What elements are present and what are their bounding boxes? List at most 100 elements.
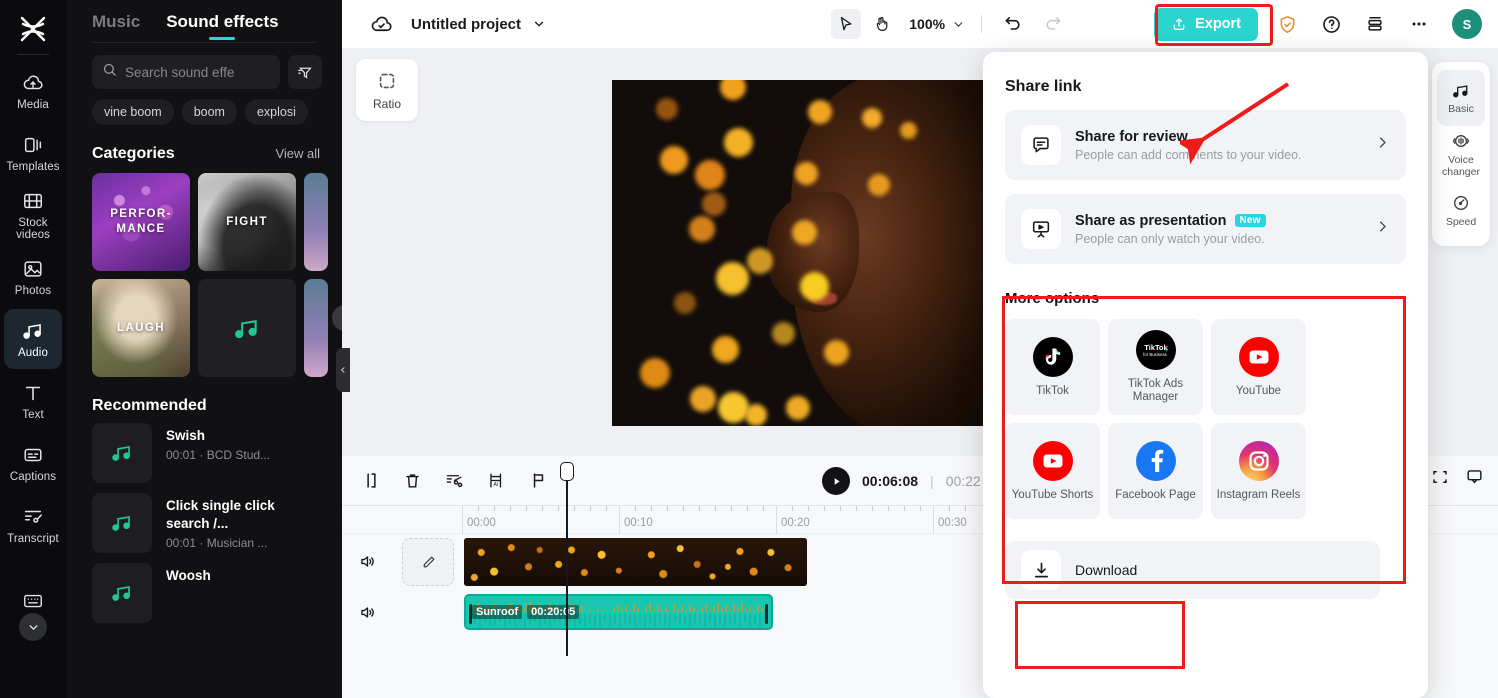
audio-clip[interactable]: Sunroof 00:20:05 [464,594,773,630]
shield-check-icon[interactable] [1272,9,1302,39]
chevron-down-icon[interactable] [532,17,546,31]
chip-explosion[interactable]: explosi [244,99,308,125]
avatar[interactable]: S [1452,9,1482,39]
delete-icon [405,474,419,488]
share-tile-instagram-reels[interactable]: Instagram Reels [1211,423,1306,519]
hand-tool-button[interactable] [867,9,897,39]
split-button[interactable] [356,467,384,495]
category-card-laugh[interactable]: LAUGH [92,279,190,377]
search-input[interactable] [125,64,270,80]
share-tile-label: YouTube Shorts [1011,488,1094,501]
sidebar-item-label: Photos [14,284,52,297]
share-tile-label: TikTok Ads Manager [1127,378,1184,403]
video-clip[interactable] [464,538,807,586]
share-tile-tiktok[interactable]: TikTok [1005,319,1100,415]
tab-music[interactable]: Music [92,12,140,42]
dock-item-basic[interactable]: Basic [1437,70,1485,126]
question-circle-icon [1322,15,1340,33]
edit-clip-button[interactable] [402,538,454,586]
cloud-check-icon[interactable] [370,13,393,36]
ai-frame-button[interactable]: AI [482,467,510,495]
track-thumbnail [92,423,152,483]
panel-collapse-handle[interactable] [336,348,350,392]
share-as-presentation-row[interactable]: Share as presentation New People can onl… [1005,194,1406,264]
clip-thumbnail [635,538,722,586]
sidebar-item-audio[interactable]: Audio [4,309,62,369]
brackets-icon [1433,470,1447,483]
category-next-arrow-icon[interactable] [332,305,342,331]
time-separator: | [930,473,934,489]
more-options-button[interactable] [1404,9,1434,39]
capcut-logo-icon[interactable] [11,8,55,50]
download-icon [1021,550,1061,590]
sidebar-item-label: Audio [18,346,48,359]
sidebar-expand-chevron[interactable] [19,613,47,641]
marker-button[interactable] [524,467,552,495]
category-grid: PERFOR- MANCE FIGHT LAUGH [66,163,342,377]
list-item[interactable]: Swish 00:01 · BCD Stud... [92,423,342,483]
undo-button[interactable] [998,9,1028,39]
sidebar-item-captions[interactable]: Captions [4,433,62,493]
sidebar-item-transcript[interactable]: Transcript [4,495,62,555]
help-button[interactable] [1316,9,1346,39]
download-row[interactable]: Download [1005,541,1380,599]
templates-icon [22,133,44,157]
ratio-button[interactable]: Ratio [356,59,418,121]
share-tile-facebook-page[interactable]: Facebook Page [1108,423,1203,519]
share-tile-tiktok-ads-manager[interactable]: TikTok for Business TikTok Ads Manager [1108,319,1203,415]
tab-sound-effects[interactable]: Sound effects [166,12,278,42]
toolbar-divider [981,15,983,33]
photo-icon [22,257,44,281]
delete-button[interactable] [398,467,426,495]
dock-item-speed[interactable]: Speed [1437,182,1485,238]
share-for-review-row[interactable]: Share for review People can add comments… [1005,110,1406,180]
filter-button[interactable] [288,55,322,89]
music-note-icon [112,586,130,601]
auto-cut-button[interactable] [440,467,468,495]
transcript-icon [22,505,44,529]
share-tile-youtube[interactable]: YouTube [1211,319,1306,415]
zoom-level-value: 100% [909,16,946,32]
audio-clip-labels: Sunroof 00:20:05 [472,605,580,619]
category-card-fight[interactable]: FIGHT [198,173,296,271]
chip-vine-boom[interactable]: vine boom [92,99,174,125]
youtube-icon [1238,336,1279,377]
redo-button[interactable] [1038,9,1068,39]
rail-divider [17,54,49,55]
category-card-partial[interactable] [304,173,328,271]
video-preview[interactable] [612,80,987,426]
layout-button[interactable] [1360,9,1390,39]
sidebar-item-templates[interactable]: Templates [4,123,62,183]
speaker-icon[interactable] [358,552,377,576]
export-button[interactable]: Export [1154,7,1258,41]
ratio-button-label: Ratio [372,96,401,111]
chip-boom[interactable]: boom [181,99,237,125]
zoom-level-selector[interactable]: 100% [909,16,965,32]
category-card-music[interactable] [198,279,296,377]
fit-brackets-button[interactable] [1431,468,1449,491]
sidebar-item-media[interactable]: Media [4,61,62,121]
monitor-down-button[interactable] [1465,467,1484,491]
dock-item-voice-changer[interactable]: Voice changer [1437,126,1485,182]
share-destination-grid: TikTok TikTok for Business TikTok Ads Ma… [1005,319,1405,519]
category-card-partial-2[interactable] [304,279,328,377]
view-all-link[interactable]: View all [275,146,320,161]
category-card-performance[interactable]: PERFOR- MANCE [92,173,190,271]
play-button[interactable] [822,467,850,495]
music-note-icon [235,319,257,338]
select-tool-button[interactable] [831,9,862,39]
sidebar-item-photos[interactable]: Photos [4,247,62,307]
share-tile-youtube-shorts[interactable]: YouTube Shorts [1005,423,1100,519]
speaker-icon[interactable] [358,603,377,627]
chevron-right-icon [1375,135,1390,155]
sidebar-item-text[interactable]: Text [4,371,62,431]
download-label: Download [1075,562,1138,578]
list-item[interactable]: Woosh [92,563,342,623]
youtube-shorts-icon [1032,440,1073,481]
dock-item-label: Speed [1445,215,1477,228]
tiktok-ads-icon: TikTok for Business [1135,330,1176,370]
search-input-wrapper[interactable] [92,55,280,89]
list-item[interactable]: Click single click search /... 00:01 · M… [92,493,342,553]
music-note-icon [1453,84,1468,97]
sidebar-item-stock-videos[interactable]: Stock videos [4,185,62,245]
